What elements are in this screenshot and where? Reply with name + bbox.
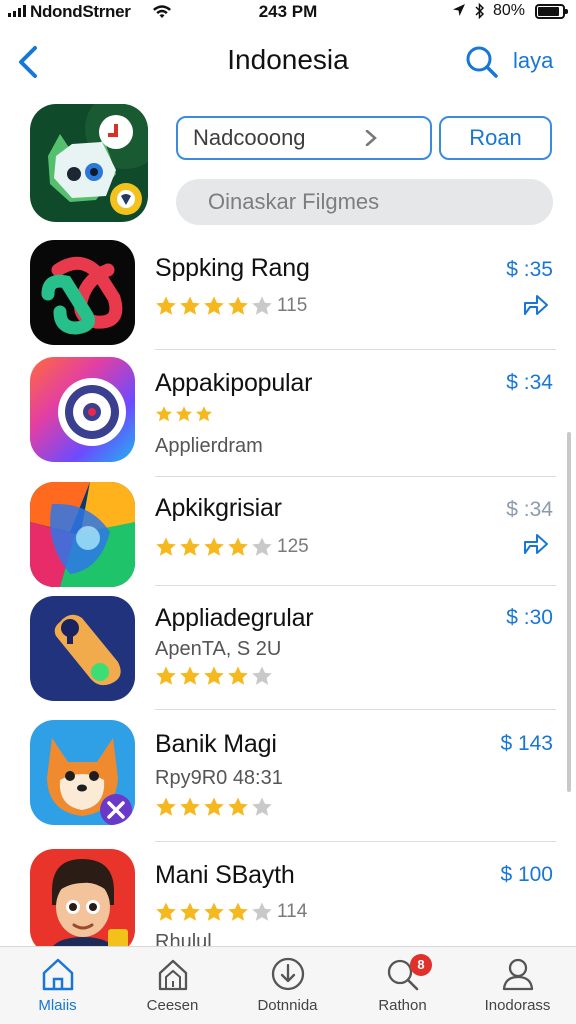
tab-label: Mlaiis — [38, 997, 77, 1014]
featured-app-icon[interactable] — [30, 104, 148, 222]
star-filled-icon — [180, 296, 200, 315]
tab-profile[interactable]: Inodorass — [460, 947, 575, 1024]
store-field-label: Nadcooong — [193, 125, 306, 150]
filter-pill[interactable]: Oinaskar Filgmes — [176, 179, 553, 225]
search-icon[interactable] — [464, 44, 500, 80]
tab-downloads[interactable]: Dotnnida — [230, 947, 345, 1024]
tab-search[interactable]: 8 Rathon — [345, 947, 460, 1024]
row-divider — [155, 349, 556, 350]
app-subtitle: Applierdram — [155, 435, 263, 457]
star-rating — [155, 405, 215, 423]
star-filled-icon — [156, 296, 176, 315]
share-arrow-icon[interactable] — [522, 531, 550, 557]
app-name: Banik Magi — [155, 730, 277, 758]
app-icon — [30, 596, 135, 701]
star-filled-icon — [180, 902, 200, 921]
star-filled-icon — [204, 666, 224, 685]
tab-store[interactable]: Ceesen — [115, 947, 230, 1024]
app-price[interactable]: $ :34 — [506, 498, 553, 522]
tab-label: Rathon — [378, 997, 427, 1014]
rating-count: 114 — [277, 901, 308, 922]
tab-home[interactable]: Mlaiis — [0, 947, 115, 1024]
rating-count: 125 — [277, 536, 309, 557]
tab-label: Dotnnida — [257, 997, 318, 1014]
star-rating — [155, 665, 275, 687]
clock: 243 PM — [258, 2, 318, 21]
star-filled-icon — [195, 406, 213, 422]
star-rating — [155, 796, 275, 818]
run-button[interactable]: Roan — [439, 116, 552, 160]
star-filled-icon — [204, 902, 224, 921]
bluetooth-icon — [475, 2, 485, 20]
star-filled-icon — [180, 797, 200, 816]
star-filled-icon — [228, 797, 248, 816]
chevron-right-icon — [365, 130, 377, 146]
app-name: Apkikgrisiar — [155, 494, 282, 522]
star-filled-icon — [228, 666, 248, 685]
star-filled-icon — [156, 902, 176, 921]
app-icon — [30, 357, 135, 462]
star-empty-icon — [252, 296, 272, 315]
row-divider — [155, 841, 556, 842]
row-divider — [155, 476, 556, 477]
share-arrow-icon[interactable] — [522, 292, 550, 318]
scroll-indicator[interactable] — [567, 432, 571, 792]
star-filled-icon — [156, 666, 176, 685]
app-name: Appakipopular — [155, 369, 313, 397]
battery-icon — [535, 4, 568, 19]
app-icon — [30, 240, 135, 345]
app-price[interactable]: $ :35 — [506, 258, 553, 282]
app-name: Mani SBayth — [155, 861, 295, 889]
store-selector-field[interactable]: Nadcooong — [176, 116, 432, 160]
star-filled-icon — [156, 797, 176, 816]
star-rating: 125 — [155, 536, 309, 558]
nav-right-link[interactable]: laya — [513, 48, 553, 74]
app-price[interactable]: $ :30 — [506, 606, 553, 630]
battery-percent: 80% — [493, 2, 526, 19]
star-empty-icon — [252, 902, 272, 921]
star-filled-icon — [156, 537, 176, 556]
row-divider — [155, 709, 556, 710]
tab-label: Ceesen — [146, 997, 199, 1014]
app-subtitle: Rpy9R0 48:31 — [155, 767, 283, 789]
app-icon — [30, 482, 135, 587]
star-filled-icon — [204, 296, 224, 315]
tab-bar: Mlaiis Ceesen Dotnnida 8 Rathon Inodoras… — [0, 946, 576, 1024]
home-icon — [42, 958, 74, 991]
app-price[interactable]: $ :34 — [506, 371, 553, 395]
star-rating: 114 — [155, 901, 307, 923]
star-filled-icon — [180, 537, 200, 556]
row-divider — [155, 585, 556, 586]
app-icon — [30, 720, 135, 825]
download-icon — [271, 957, 305, 991]
star-filled-icon — [175, 406, 193, 422]
star-filled-icon — [204, 537, 224, 556]
profile-icon — [502, 958, 534, 991]
app-subtitle: ApenTA, S 2U — [155, 638, 282, 660]
star-rating: 115 — [155, 295, 307, 317]
star-filled-icon — [155, 406, 173, 422]
location-arrow-icon — [453, 4, 465, 16]
star-empty-icon — [252, 537, 272, 556]
star-filled-icon — [204, 797, 224, 816]
star-filled-icon — [228, 902, 248, 921]
app-subtitle: Rhulul — [155, 931, 212, 946]
star-filled-icon — [228, 296, 248, 315]
star-empty-icon — [252, 666, 272, 685]
notification-badge: 8 — [410, 954, 432, 976]
app-name: Sppking Rang — [155, 254, 310, 282]
star-filled-icon — [180, 666, 200, 685]
app-price[interactable]: $ 100 — [500, 863, 553, 887]
star-filled-icon — [228, 537, 248, 556]
tab-label: Inodorass — [484, 997, 551, 1014]
app-icon — [30, 849, 135, 954]
rating-count: 115 — [277, 295, 308, 316]
store-icon — [158, 959, 188, 991]
status-bar: NdondStrner 243 PM 80% — [0, 0, 576, 26]
star-empty-icon — [252, 797, 272, 816]
app-price[interactable]: $ 143 — [500, 732, 553, 756]
app-name: Appliadegrular — [155, 604, 314, 632]
nav-bar: Indonesia laya — [0, 34, 576, 90]
